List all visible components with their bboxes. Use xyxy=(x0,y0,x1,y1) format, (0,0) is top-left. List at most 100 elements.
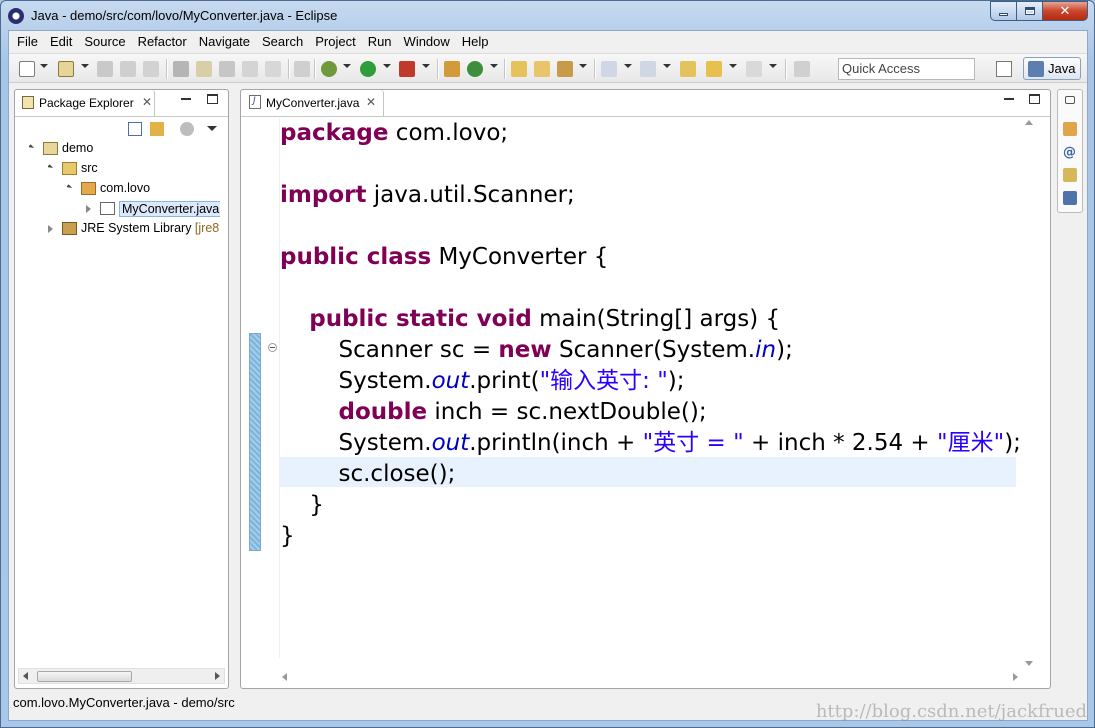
prev-annotation-icon[interactable] xyxy=(640,61,656,77)
menu-project[interactable]: Project xyxy=(309,31,361,52)
maximize-icon[interactable] xyxy=(1029,94,1040,104)
debug-icon[interactable] xyxy=(321,61,337,77)
link-icon[interactable] xyxy=(219,61,235,77)
menu-search[interactable]: Search xyxy=(256,31,309,52)
code-editor[interactable]: package com.lovo; import java.util.Scann… xyxy=(280,118,1021,552)
editor-horizontal-scrollbar[interactable] xyxy=(280,671,1020,683)
run-icon[interactable] xyxy=(360,61,376,77)
code-token: System. xyxy=(280,430,432,456)
save-all-icon[interactable] xyxy=(120,61,136,77)
new-java-package-icon[interactable] xyxy=(444,61,460,77)
minimize-icon[interactable] xyxy=(181,98,191,100)
toolbar-separator xyxy=(437,59,438,79)
external-tools-icon[interactable] xyxy=(399,61,415,77)
open-task-icon[interactable] xyxy=(511,61,527,77)
tree-item[interactable]: MyConverter.java xyxy=(86,200,220,218)
skip-breakpoints-icon[interactable] xyxy=(294,61,310,77)
tree-item[interactable]: src xyxy=(48,160,220,178)
close-button[interactable]: ✕ xyxy=(1042,1,1088,21)
expanded-arrow-icon[interactable] xyxy=(67,184,73,191)
code-token: com.lovo; xyxy=(388,120,509,146)
new-icon[interactable] xyxy=(19,61,35,77)
keyword-token: public class xyxy=(280,244,432,270)
tab-package-explorer[interactable]: Package Explorer ✕ xyxy=(15,90,155,116)
restore-icon[interactable] xyxy=(1065,96,1075,104)
menu-edit[interactable]: Edit xyxy=(44,31,78,52)
menu-window[interactable]: Window xyxy=(398,31,456,52)
back-dropdown-icon[interactable] xyxy=(729,64,737,68)
maximize-icon[interactable] xyxy=(207,94,218,104)
menu-run[interactable]: Run xyxy=(362,31,398,52)
divider xyxy=(15,116,228,117)
maximize-button[interactable] xyxy=(1016,1,1042,21)
toggle-icon[interactable] xyxy=(242,61,258,77)
external-tools-dropdown-icon[interactable] xyxy=(422,64,430,68)
javadoc-icon[interactable]: @ xyxy=(1063,145,1076,160)
menu-source[interactable]: Source xyxy=(78,31,131,52)
forward-dropdown-icon[interactable] xyxy=(769,64,777,68)
next-annotation-icon[interactable] xyxy=(601,61,617,77)
save-icon[interactable] xyxy=(97,61,113,77)
menu-help[interactable]: Help xyxy=(456,31,495,52)
open-type-icon[interactable] xyxy=(173,61,189,77)
new-project-icon[interactable] xyxy=(58,61,74,77)
scroll-right-icon[interactable] xyxy=(215,672,220,680)
pen-icon[interactable] xyxy=(557,61,573,77)
tree-item[interactable]: com.lovo xyxy=(67,180,220,198)
back-icon[interactable] xyxy=(706,61,722,77)
close-icon[interactable]: ✕ xyxy=(366,95,376,109)
forward-icon[interactable] xyxy=(746,61,762,77)
view-menu-icon[interactable] xyxy=(207,126,217,131)
fold-collapse-icon[interactable] xyxy=(268,343,277,352)
collapsed-arrow-icon[interactable] xyxy=(86,205,91,213)
quick-access-input[interactable]: Quick Access xyxy=(838,58,975,80)
tree-item[interactable]: JRE System Library [jre8 xyxy=(48,220,220,238)
scroll-down-icon[interactable] xyxy=(1025,661,1033,666)
collapsed-arrow-icon[interactable] xyxy=(48,225,53,233)
last-edit-icon[interactable] xyxy=(680,61,696,77)
new-class-dropdown-icon[interactable] xyxy=(490,64,498,68)
declaration-icon[interactable] xyxy=(1063,168,1077,182)
scroll-left-icon[interactable] xyxy=(23,672,28,680)
scroll-up-icon[interactable] xyxy=(1025,120,1033,125)
close-icon[interactable]: ✕ xyxy=(142,95,152,109)
run-dropdown-icon[interactable] xyxy=(383,64,391,68)
open-perspective-icon[interactable] xyxy=(996,61,1012,77)
menu-refactor[interactable]: Refactor xyxy=(132,31,193,52)
minimize-button[interactable] xyxy=(990,1,1016,21)
tree-item[interactable]: demo xyxy=(29,140,220,158)
new-dropdown-icon[interactable] xyxy=(40,64,48,68)
new-java-class-icon[interactable] xyxy=(467,61,483,77)
menu-navigate[interactable]: Navigate xyxy=(193,31,256,52)
console-icon[interactable] xyxy=(1063,191,1077,205)
folder-open-icon[interactable] xyxy=(534,61,550,77)
next-annotation-dropdown-icon[interactable] xyxy=(624,64,632,68)
tab-myconverter-java[interactable]: MyConverter.java ✕ xyxy=(241,90,384,116)
title-bar[interactable]: Java - demo/src/com/lovo/MyConverter.jav… xyxy=(1,1,1094,30)
quick-diff-ruler[interactable] xyxy=(249,333,261,551)
new-project-dropdown-icon[interactable] xyxy=(81,64,89,68)
print-icon[interactable] xyxy=(143,61,159,77)
brush-icon[interactable] xyxy=(196,61,212,77)
expanded-arrow-icon[interactable] xyxy=(48,164,54,171)
scroll-thumb[interactable] xyxy=(37,671,132,682)
horizontal-scrollbar[interactable] xyxy=(18,668,225,684)
show-whitespace-icon[interactable] xyxy=(265,61,281,77)
package-icon xyxy=(81,182,96,195)
pen-dropdown-icon[interactable] xyxy=(579,64,587,68)
vertical-scrollbar[interactable] xyxy=(1022,120,1036,666)
prev-annotation-dropdown-icon[interactable] xyxy=(663,64,671,68)
debug-dropdown-icon[interactable] xyxy=(343,64,351,68)
scroll-right-icon[interactable] xyxy=(1013,673,1018,681)
java-perspective-button[interactable]: Java xyxy=(1023,57,1081,80)
menu-file[interactable]: File xyxy=(11,31,44,52)
link-with-editor-icon[interactable] xyxy=(150,122,164,136)
expanded-arrow-icon[interactable] xyxy=(29,144,35,151)
scroll-left-icon[interactable] xyxy=(282,673,287,681)
focus-icon[interactable] xyxy=(180,122,194,136)
pin-editor-icon[interactable] xyxy=(794,61,810,77)
collapse-all-icon[interactable] xyxy=(128,122,142,136)
minimize-icon[interactable] xyxy=(1004,98,1014,100)
outline-icon[interactable] xyxy=(1063,122,1077,136)
